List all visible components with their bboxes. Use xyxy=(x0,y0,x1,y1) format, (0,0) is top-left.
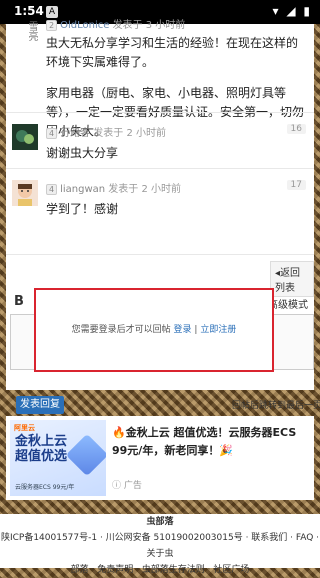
post-time: 发表于 3 小时前 xyxy=(112,20,186,31)
cube-icon xyxy=(65,433,106,477)
post-time: 发表于 2 小时前 xyxy=(93,128,167,139)
site-footer: 虫部落 陕ICP备14001577号-1 · 川公网安备 51019002003… xyxy=(0,514,320,575)
level-badge: 4 xyxy=(46,184,58,195)
post-text: 学到了！感谢 xyxy=(46,202,119,216)
post-time: 发表于 2 小时前 xyxy=(108,184,182,195)
avatar[interactable] xyxy=(12,124,38,150)
post-author[interactable]: OldLonice xyxy=(60,20,109,31)
login-link[interactable]: 登录 xyxy=(174,325,192,335)
reply-hint[interactable]: 回帖后跳转到最后一页 xyxy=(232,398,320,411)
submit-reply-button[interactable]: 发表回复 xyxy=(16,396,64,414)
footer-links-line2[interactable]: 部落 · 免责声明 · 虫部落生存法则 · 社区广场 xyxy=(0,562,320,578)
post-meta: 4 liangwan 发表于 2 小时前 xyxy=(46,180,181,195)
level-badge: 2 xyxy=(46,20,58,31)
footer-title: 虫部落 xyxy=(146,517,174,527)
ad-text[interactable]: 🔥金秋上云 超值优选！云服务器ECS 99元/年，新老同享！🎉 xyxy=(112,424,308,460)
post-author[interactable]: 行路客 xyxy=(60,128,90,139)
thread-card: 雪亮 2 OldLonice 发表于 3 小时前 虫大无私分享学习和生活的经验！在… xyxy=(6,20,320,414)
floor-number: 17 xyxy=(286,180,306,190)
avatar[interactable] xyxy=(12,180,38,206)
post-text: 虫大无私分享学习和生活的经验！在现在这样的环境下实属难得了。 xyxy=(46,36,299,69)
register-link[interactable]: 立即注册 xyxy=(200,325,236,335)
ad-image-caption: 云服务器ECS 99元/年 xyxy=(15,484,75,491)
ad-brand: 阿里云 xyxy=(14,424,35,432)
ad-image-title: 金秋上云 超值优选 xyxy=(15,434,68,464)
status-indicators: ▾ ◢ ▮ xyxy=(272,4,312,18)
info-icon: ⓘ xyxy=(112,481,124,491)
return-list-button[interactable]: ◂返回列表 xyxy=(270,261,314,297)
divider xyxy=(6,254,314,255)
post-text: 谢谢虫大分享 xyxy=(46,146,119,160)
divider xyxy=(6,168,314,169)
post-author[interactable]: liangwan xyxy=(60,184,105,195)
post-meta: 4 行路客 发表于 2 小时前 xyxy=(46,124,166,139)
status-time: 1:54 xyxy=(14,4,44,18)
advanced-mode-link[interactable]: 高级模式 xyxy=(268,296,308,311)
floor-number: 16 xyxy=(286,124,306,134)
bold-button[interactable]: B xyxy=(12,294,26,310)
avatar[interactable]: 雪亮 xyxy=(12,18,38,44)
footer-links-line1[interactable]: 陕ICP备14001577号-1 · 川公网安备 51019002003015号… xyxy=(0,530,320,562)
ad-label: ⓘ 广告 xyxy=(112,481,142,491)
post-meta: 2 OldLonice 发表于 3 小时前 xyxy=(46,16,185,31)
ad-banner[interactable]: 阿里云 金秋上云 超值优选 云服务器ECS 99元/年 🔥金秋上云 超值优选！云服… xyxy=(6,416,314,500)
level-badge: 4 xyxy=(46,128,58,139)
login-required-box: 您需要登录后才可以回帖 登录 | 立即注册 xyxy=(34,288,274,372)
ad-image[interactable]: 阿里云 金秋上云 超值优选 云服务器ECS 99元/年 xyxy=(10,420,106,496)
login-message: 您需要登录后才可以回帖 登录 | 立即注册 xyxy=(71,325,237,335)
divider xyxy=(6,112,314,113)
